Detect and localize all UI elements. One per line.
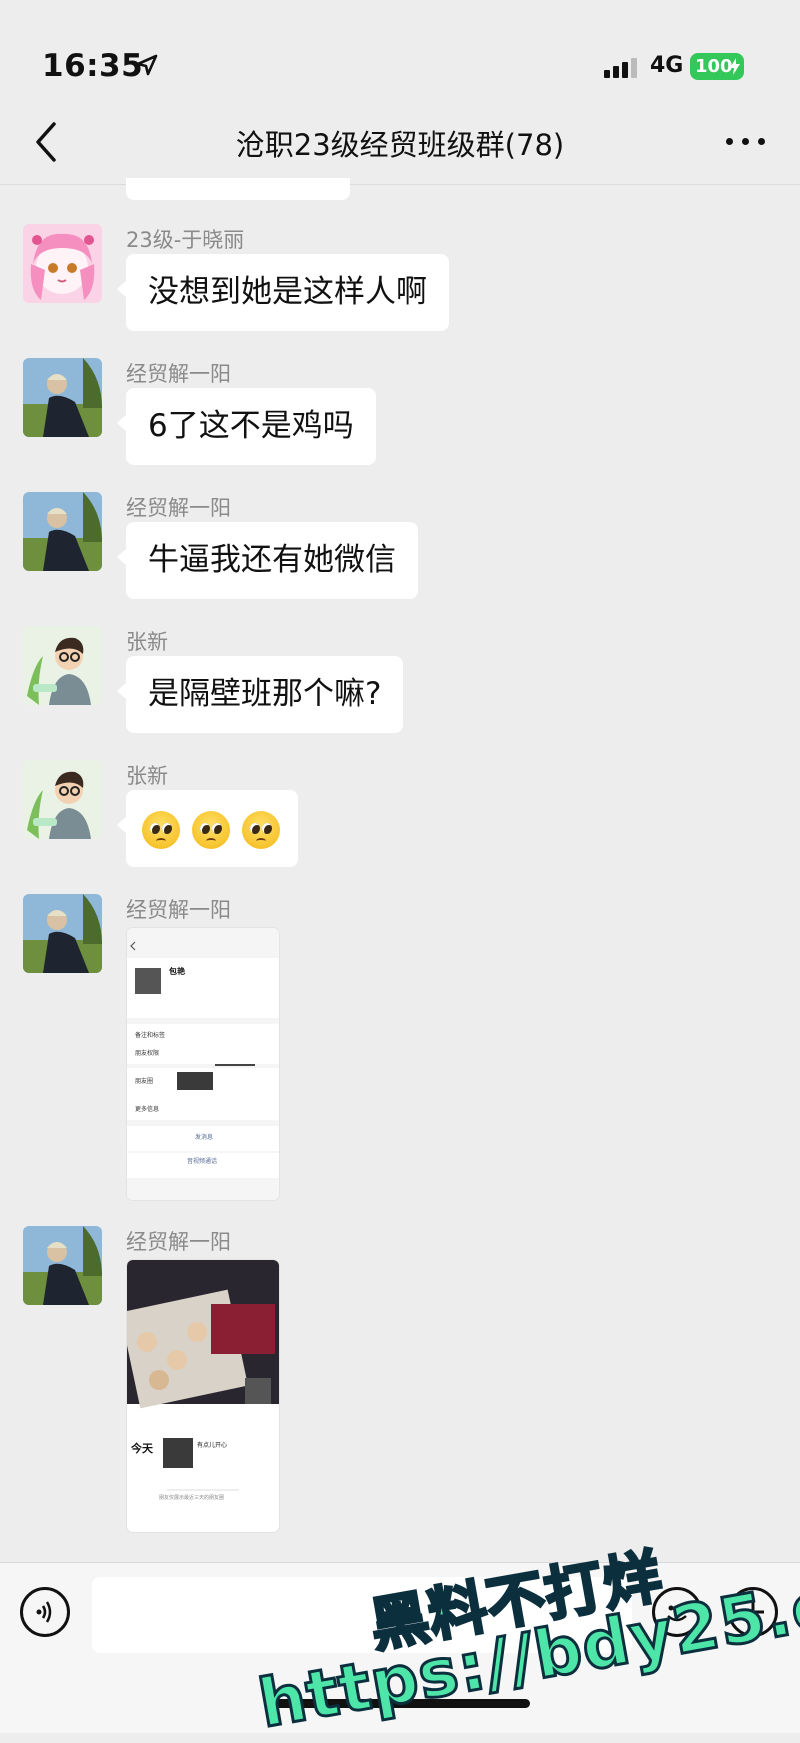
chat-header: 沧职23级经贸班级群(78): [0, 100, 800, 185]
message-bubble[interactable]: 没想到她是这样人啊: [117, 254, 449, 331]
avatar[interactable]: [23, 1226, 102, 1305]
profile-row-moments: 朋友圈: [135, 1078, 154, 1085]
previous-message-bubble: [126, 178, 350, 200]
sender-name: 经贸解一阳: [126, 1230, 231, 1254]
moments-screenshot-image[interactable]: 今天 有点儿开心 朋友仅展示最近三天的朋友圈: [127, 1260, 279, 1532]
avatar[interactable]: [23, 894, 102, 973]
profile-name: 包艳: [169, 967, 185, 976]
status-bar: 16:35 4G 100: [0, 0, 800, 100]
pleading-face-emoji: [142, 810, 180, 849]
moments-today-label: 今天: [131, 1442, 153, 1455]
battery-indicator: 100: [690, 53, 744, 80]
sender-name: 经贸解一阳: [126, 362, 231, 386]
charging-bolt-icon: [730, 58, 740, 75]
avatar[interactable]: [23, 492, 102, 571]
message-bubble[interactable]: 是隔壁班那个嘛?: [116, 656, 404, 733]
avatar[interactable]: [23, 760, 102, 839]
status-time: 16:35: [42, 48, 144, 84]
sender-name: 23级-于晓丽: [126, 228, 245, 252]
battery-level: 100: [695, 56, 733, 77]
network-type: 4G: [650, 53, 684, 78]
profile-row-remark: 备注和标签: [135, 1032, 166, 1039]
avatar[interactable]: [23, 626, 102, 705]
pleading-face-emoji: [241, 810, 280, 849]
profile-send-message: 发消息: [195, 1134, 214, 1141]
profile-row-more: 更多信息: [135, 1106, 160, 1113]
more-options-icon[interactable]: [726, 138, 766, 148]
profile-row-permission: 朋友权限: [135, 1050, 160, 1057]
avatar[interactable]: [23, 358, 102, 437]
profile-call: 音视频通话: [187, 1158, 218, 1165]
chat-title: 沧职23级经贸班级群(78): [235, 128, 565, 162]
profile-screenshot-image[interactable]: 包艳 备注和标签 朋友权限 朋友圈 更多信息 发消息 音视频通话: [127, 928, 279, 1200]
emoji-message-bubble[interactable]: [117, 790, 298, 867]
sender-name: 经贸解一阳: [126, 496, 231, 520]
moments-post-text: 有点儿开心: [197, 1442, 228, 1449]
signal-icon: [604, 58, 637, 78]
moments-footer: 朋友仅展示最近三天的朋友圈: [159, 1495, 225, 1501]
avatar[interactable]: [23, 224, 102, 303]
location-arrow-icon: [136, 54, 158, 76]
message-bubble[interactable]: 6了这不是鸡吗: [117, 388, 376, 465]
message-bubble[interactable]: 牛逼我还有她微信: [117, 522, 418, 599]
pleading-face-emoji: [191, 810, 230, 849]
sender-name: 经贸解一阳: [126, 898, 231, 922]
sender-name: 张新: [126, 630, 168, 654]
voice-input-icon[interactable]: [20, 1587, 70, 1637]
sender-name: 张新: [126, 764, 168, 788]
